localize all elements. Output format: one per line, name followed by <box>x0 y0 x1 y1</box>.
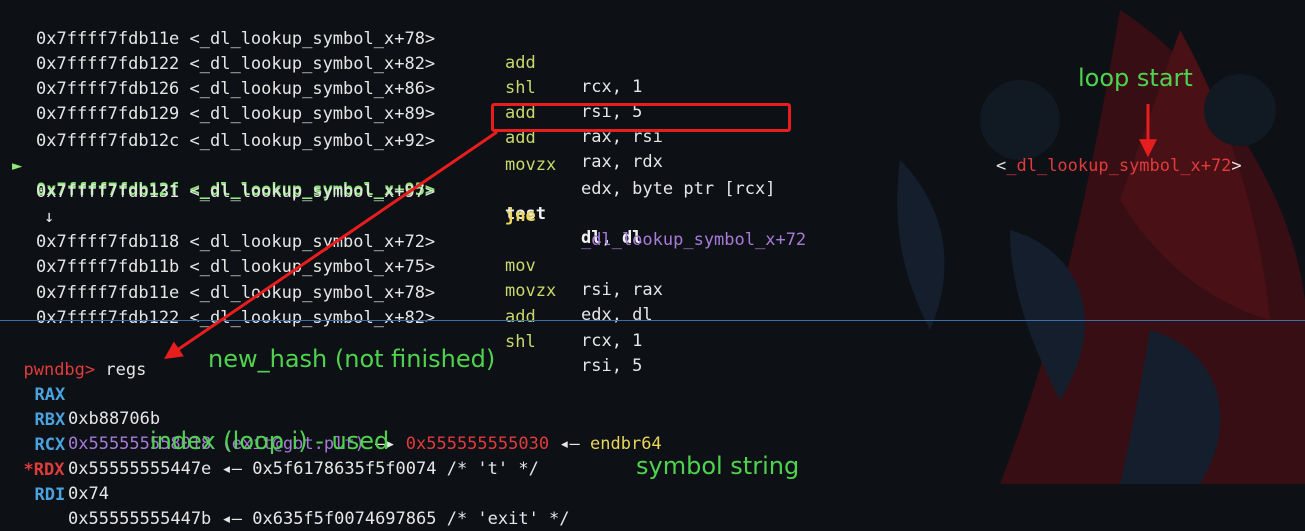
separator-line <box>0 320 1305 321</box>
register-name: RDI <box>34 485 66 505</box>
disasm-line[interactable]: 0x7ffff7fdb129 <_dl_lookup_symbol_x+89> … <box>0 78 663 172</box>
disasm-address: 0x7ffff7fdb11e <_dl_lookup_symbol_x+78> <box>36 29 436 49</box>
disasm-mnemonic: jne <box>505 206 536 226</box>
disasm-address: 0x7ffff7fdb122 <_dl_lookup_symbol_x+82> <box>36 308 436 328</box>
annotation-loop-start: loop start <box>1078 64 1193 92</box>
disasm-address: 0x7ffff7fdb12c <_dl_lookup_symbol_x+92> <box>36 131 436 151</box>
disasm-operands: rcx, 1 <box>581 331 643 351</box>
register-row-rax: RAX 0xb88706b <box>14 359 160 429</box>
hint-open-bracket: < <box>996 156 1007 176</box>
disasm-line[interactable]: 0x7ffff7fdb126 <_dl_lookup_symbol_x+86> … <box>0 53 663 147</box>
register-row-rbx: RBX 0x555555558018 (exit@got.plt) —▸ 0x5… <box>14 384 661 454</box>
disasm-address: 0x7ffff7fdb122 <_dl_lookup_symbol_x+82> <box>36 54 436 74</box>
annotation-index: index (loop i) - used <box>150 427 390 455</box>
register-row-rdi: RDI 0x55555555447b ◂— 0x635f5f0074697865… <box>14 459 569 529</box>
disasm-line[interactable]: 0x7ffff7fdb122 <_dl_lookup_symbol_x+82> … <box>0 28 642 122</box>
deref-value: 0x635f5f0074697865 /* 'exit' */ <box>252 509 570 529</box>
disasm-mnemonic: movzx <box>505 281 557 301</box>
register-deref-chain: 0x55555555447b ◂— 0x635f5f0074697865 /* … <box>68 507 570 531</box>
disasm-mnemonic: shl <box>505 332 536 352</box>
disasm-line[interactable]: 0x7ffff7fdb122 <_dl_lookup_symbol_x+82> … <box>0 282 642 376</box>
disasm-operands: edx, dl <box>581 305 653 325</box>
command-prompt[interactable]: pwndbg> regs <box>3 334 146 380</box>
disasm-address: 0x7ffff7fdb131 <_dl_lookup_symbol_x+97> <box>36 182 436 202</box>
disasm-line[interactable]: 0x7ffff7fdb11e <_dl_lookup_symbol_x+78> … <box>0 3 642 97</box>
disasm-operands: rax, rdx <box>581 152 663 172</box>
pointer-value: 0x555555555030 <box>405 434 550 454</box>
hint-close-bracket: > <box>1231 156 1242 176</box>
down-arrow-icon: ↓ <box>44 207 55 227</box>
jump-arrow-line: ↓ <box>0 181 54 227</box>
disasm-address: 0x7ffff7fdb11b <_dl_lookup_symbol_x+75> <box>36 257 436 277</box>
register-value: 0xb88706b <box>68 409 161 429</box>
disasm-mnemonic: mov <box>505 256 536 276</box>
disasm-mnemonic: shl <box>505 78 536 98</box>
deref-arrow: ◂— <box>549 434 591 454</box>
disasm-operands: rsi, rax <box>581 280 663 300</box>
branch-target-hint: <_dl_lookup_symbol_x+72> <box>996 156 1242 176</box>
disasm-line[interactable]: 0x7ffff7fdb11e <_dl_lookup_symbol_x+78> … <box>0 257 642 351</box>
deref-arrow: ◂— <box>211 459 253 479</box>
disasm-line-current[interactable]: ► 0x7ffff7fdb12f <_dl_lookup_symbol_x+95… <box>0 130 642 248</box>
deref-arrow: ◂— <box>211 509 253 529</box>
register-row-rcx: RCX 0x55555555447e ◂— 0x5f6178635f5f0074… <box>14 409 538 479</box>
disasm-line[interactable]: 0x7ffff7fdb131 <_dl_lookup_symbol_x+97> … <box>0 156 806 250</box>
disasm-address: 0x7ffff7fdb126 <_dl_lookup_symbol_x+86> <box>36 79 436 99</box>
register-deref-chain: 0x55555555447e ◂— 0x5f6178635f5f0074 /* … <box>68 457 539 481</box>
deref-value: 0x5f6178635f5f0074 /* 't' */ <box>252 459 539 479</box>
disasm-operands: edx, byte ptr [rcx] <box>581 179 776 199</box>
disasm-address: 0x7ffff7fdb129 <_dl_lookup_symbol_x+89> <box>36 104 436 124</box>
disasm-operands: rsi, 5 <box>581 356 643 376</box>
register-value: 0x74 <box>68 484 109 504</box>
hint-symbol: _dl_lookup_symbol_x+72 <box>1006 156 1232 176</box>
disasm-address: 0x7ffff7fdb11e <_dl_lookup_symbol_x+78> <box>36 283 436 303</box>
register-value: 0x55555555447b <box>68 509 212 529</box>
disasm-address: 0x7ffff7fdb118 <_dl_lookup_symbol_x+72> <box>36 232 436 252</box>
disasm-operands: rcx, 1 <box>581 77 643 97</box>
disasm-line[interactable]: 0x7ffff7fdb12c <_dl_lookup_symbol_x+92> … <box>0 105 775 199</box>
annotation-new-hash: new_hash (not finished) <box>208 345 496 373</box>
annotation-symbol-string: symbol string <box>636 452 800 480</box>
disasm-mnemonic: add <box>505 53 536 73</box>
disasm-line[interactable]: 0x7ffff7fdb11b <_dl_lookup_symbol_x+75> … <box>0 231 653 325</box>
register-value: 0x55555555447e <box>68 459 212 479</box>
disasm-operands: _dl_lookup_symbol_x+72 <box>581 230 807 250</box>
disasm-line[interactable]: 0x7ffff7fdb118 <_dl_lookup_symbol_x+72> … <box>0 206 663 300</box>
instruction-value: endbr64 <box>590 434 662 454</box>
prompt-command[interactable]: regs <box>95 360 146 380</box>
register-row-rdx: *RDX 0x74 <box>3 434 108 504</box>
disasm-mnemonic: movzx <box>505 155 557 175</box>
disasm-mnemonic: add <box>505 307 536 327</box>
highlight-box <box>491 103 791 132</box>
